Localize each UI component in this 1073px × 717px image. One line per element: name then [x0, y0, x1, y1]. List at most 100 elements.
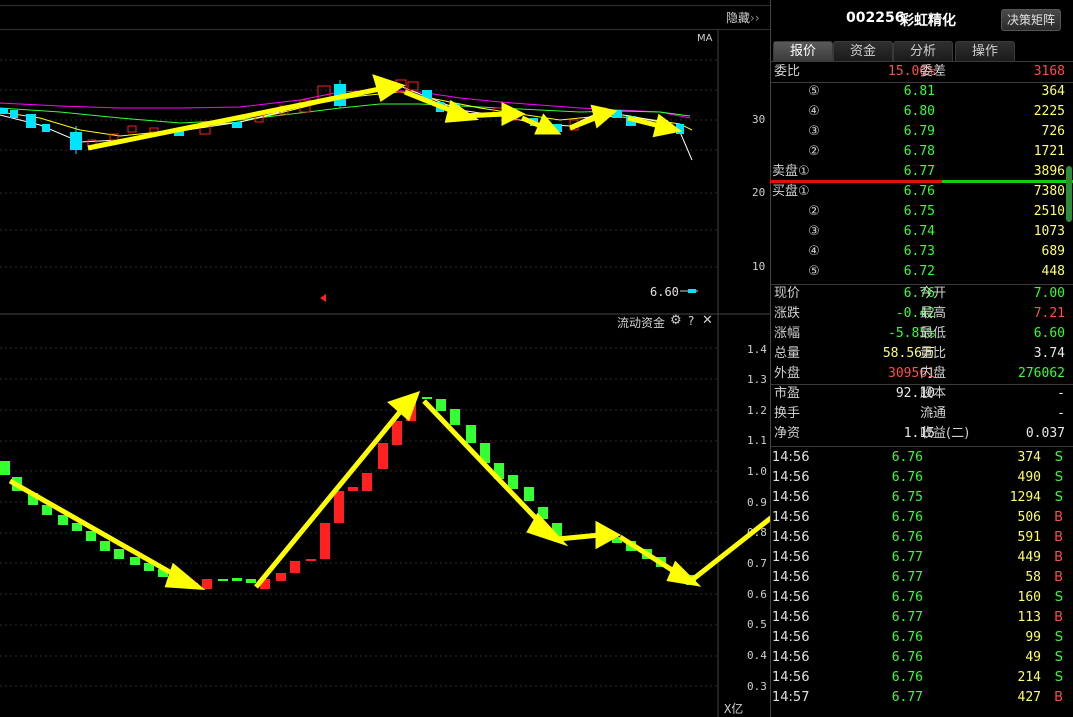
stat-label: 内盘 — [920, 366, 947, 381]
tick-row[interactable]: 14:56 6.76 374 S — [770, 448, 1073, 468]
flow-y-tick: 0.5 — [747, 618, 767, 631]
tick-price: 6.76 — [891, 650, 923, 665]
tick-volume: 214 — [1017, 670, 1041, 685]
stat-label: 换手 — [774, 406, 801, 421]
candlestick-chart — [0, 74, 693, 302]
flow-y-tick: 0.4 — [747, 649, 767, 662]
stat-value: - — [1057, 386, 1065, 401]
tick-volume: 427 — [1017, 690, 1041, 705]
chart-area[interactable]: 隐藏›› MA 30 20 10 6.60 流动资金 ⚙ ? ✕ 1.4 1.3… — [0, 0, 890, 717]
buy-price: 6.74 — [903, 224, 935, 239]
buy-order-row[interactable]: ⑤ 6.72 448 — [770, 262, 1073, 282]
sell-order-row[interactable]: 卖盘① 6.77 3896 — [770, 162, 1073, 182]
buy-volume: 1073 — [1033, 224, 1065, 239]
tick-time: 14:56 — [772, 530, 810, 545]
stat-row: 净资 1.15 收益(二) 0.037 — [770, 424, 1073, 444]
sell-order-row[interactable]: ② 6.78 1721 — [770, 142, 1073, 162]
buy-order-row[interactable]: ③ 6.74 1073 — [770, 222, 1073, 242]
tick-volume: 490 — [1017, 470, 1041, 485]
stat-value: 7.21 — [1033, 306, 1065, 321]
tick-price: 6.77 — [891, 690, 923, 705]
stat-value: 7.00 — [1033, 286, 1065, 301]
buy-order-row[interactable]: ② 6.75 2510 — [770, 202, 1073, 222]
stat-label: 市盈 — [774, 386, 801, 401]
scrollbar-thumb[interactable] — [1066, 166, 1072, 222]
tick-side: S — [1054, 590, 1063, 605]
tick-side: B — [1054, 610, 1063, 625]
tick-row[interactable]: 14:56 6.77 58 B — [770, 568, 1073, 588]
tick-row[interactable]: 14:56 6.76 49 S — [770, 648, 1073, 668]
tick-volume: 160 — [1017, 590, 1041, 605]
tick-side: S — [1054, 630, 1063, 645]
buy-level-label: 买盘① — [772, 184, 810, 199]
tab-quote[interactable]: 报价 — [773, 41, 833, 62]
sell-price: 6.80 — [903, 104, 935, 119]
tick-time: 14:56 — [772, 510, 810, 525]
sell-volume: 3896 — [1033, 164, 1065, 179]
tab-operation[interactable]: 操作 — [955, 41, 1015, 62]
tick-time: 14:56 — [772, 470, 810, 485]
stat-label: 涨跌 — [774, 306, 801, 321]
buy-price: 6.72 — [903, 264, 935, 279]
sell-price: 6.78 — [903, 144, 935, 159]
stat-label: 股本 — [920, 386, 947, 401]
stat-label: 现价 — [774, 286, 801, 301]
buy-order-row[interactable]: 买盘① 6.76 7380 — [770, 182, 1073, 202]
sell-level-label: ⑤ — [808, 84, 820, 99]
buy-volume: 689 — [1041, 244, 1065, 259]
tick-row[interactable]: 14:56 6.76 99 S — [770, 628, 1073, 648]
quote-panel: 002256 彩虹精化 决策矩阵 报价 资金 分析 操作 委比 15.06% 委… — [770, 0, 1073, 717]
buy-order-row[interactable]: ④ 6.73 689 — [770, 242, 1073, 262]
tick-row[interactable]: 14:56 6.76 506 B — [770, 508, 1073, 528]
tick-row[interactable]: 14:56 6.75 1294 S — [770, 488, 1073, 508]
stat-value: 3.74 — [1033, 346, 1065, 361]
stat-row: 总量 58.56万 量比 3.74 — [770, 344, 1073, 364]
flow-unit-label: X亿 — [724, 702, 744, 716]
flow-bar-chart — [0, 390, 702, 591]
tick-volume: 99 — [1025, 630, 1041, 645]
tick-price: 6.76 — [891, 670, 923, 685]
tick-row[interactable]: 14:56 6.76 591 B — [770, 528, 1073, 548]
tick-row[interactable]: 14:56 6.76 214 S — [770, 668, 1073, 688]
tick-price: 6.77 — [891, 570, 923, 585]
decision-matrix-button[interactable]: 决策矩阵 — [1001, 9, 1062, 31]
tick-side: S — [1054, 670, 1063, 685]
stat-label: 总量 — [774, 346, 801, 361]
tick-time: 14:57 — [772, 690, 810, 705]
tick-time: 14:56 — [772, 570, 810, 585]
red-marker — [320, 294, 326, 302]
sell-level-label: ② — [808, 144, 820, 159]
stat-value: 6.60 — [1033, 326, 1065, 341]
stat-value: - — [1057, 406, 1065, 421]
tick-row[interactable]: 14:56 6.77 449 B — [770, 548, 1073, 568]
sell-order-row[interactable]: ⑤ 6.81 364 — [770, 82, 1073, 102]
flow-y-tick: 1.4 — [747, 343, 767, 356]
tick-volume: 113 — [1017, 610, 1041, 625]
tick-row[interactable]: 14:56 6.77 113 B — [770, 608, 1073, 628]
tick-price: 6.77 — [891, 610, 923, 625]
buy-volume: 448 — [1041, 264, 1065, 279]
tick-row[interactable]: 14:57 6.77 427 B — [770, 688, 1073, 708]
flow-y-tick: 0.3 — [747, 680, 767, 693]
sell-order-row[interactable]: ③ 6.79 726 — [770, 122, 1073, 142]
tick-price: 6.76 — [891, 530, 923, 545]
low-marker-label: 6.60 — [650, 285, 679, 299]
tab-analysis[interactable]: 分析 — [893, 41, 953, 62]
tick-volume: 449 — [1017, 550, 1041, 565]
stat-row: 现价 6.76 今开 7.00 — [770, 284, 1073, 304]
tick-side: B — [1054, 690, 1063, 705]
tick-row[interactable]: 14:56 6.76 490 S — [770, 468, 1073, 488]
tick-side: B — [1054, 510, 1063, 525]
sell-level-label: ④ — [808, 104, 820, 119]
tab-funds[interactable]: 资金 — [833, 41, 893, 62]
tick-time: 14:56 — [772, 490, 810, 505]
weibi-label: 委比 — [774, 64, 801, 79]
stock-code: 002256 — [846, 10, 905, 26]
tick-time: 14:56 — [772, 450, 810, 465]
sell-level-label: ③ — [808, 124, 820, 139]
tick-row[interactable]: 14:56 6.76 160 S — [770, 588, 1073, 608]
sell-order-row[interactable]: ④ 6.80 2225 — [770, 102, 1073, 122]
buy-volume: 2510 — [1033, 204, 1065, 219]
buy-price: 6.76 — [903, 184, 935, 199]
buy-price: 6.75 — [903, 204, 935, 219]
